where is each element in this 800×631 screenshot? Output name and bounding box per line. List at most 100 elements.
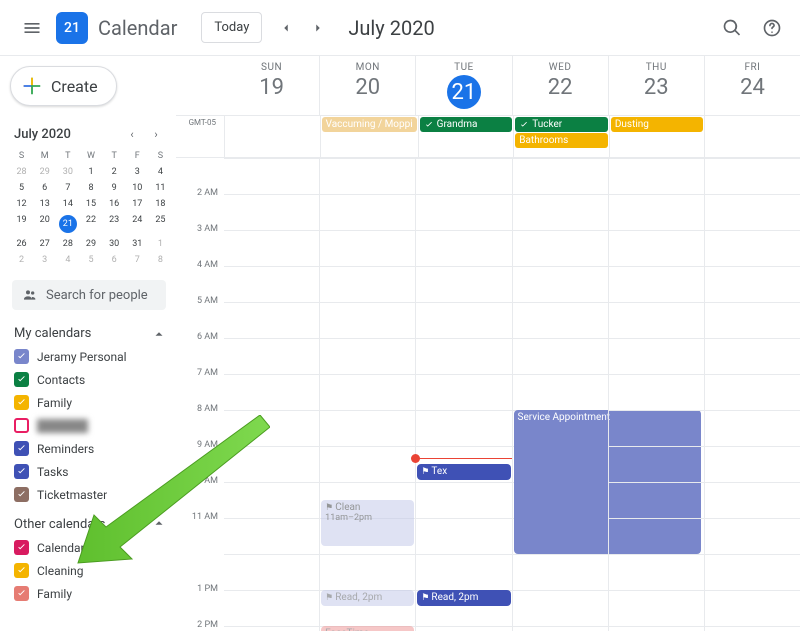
day-column[interactable]	[224, 158, 319, 631]
calendar-toggle[interactable]: Cleaning	[12, 559, 172, 582]
mini-day[interactable]: 29	[33, 164, 56, 180]
plus-icon	[21, 75, 43, 97]
calendar-toggle[interactable]: Tasks	[12, 460, 172, 483]
mini-day[interactable]: 11	[149, 180, 172, 196]
day-header[interactable]: SUN19	[224, 56, 319, 115]
day-column[interactable]: Service Appointment	[512, 158, 608, 631]
day-column[interactable]: ⚑Clean11am–2pm ⚑Read, 2pm FaceTime	[319, 158, 415, 631]
allday-event[interactable]: Vaccuming / Moppi	[322, 117, 417, 132]
day-column[interactable]: ⚑Tex ⚑Read, 2pm	[415, 158, 511, 631]
mini-day[interactable]: 1	[149, 236, 172, 252]
calendar-toggle[interactable]: Reminders	[12, 437, 172, 460]
mini-day[interactable]: 14	[56, 196, 79, 212]
mini-day[interactable]: 5	[79, 252, 102, 268]
mini-day[interactable]: 8	[149, 252, 172, 268]
calendar-event[interactable]: ⚑Read, 2pm	[321, 590, 414, 606]
mini-day[interactable]: 29	[79, 236, 102, 252]
mini-day[interactable]: 2	[10, 252, 33, 268]
day-header[interactable]: WED22	[512, 56, 608, 115]
mini-day[interactable]: 23	[103, 212, 126, 236]
mini-day[interactable]: 30	[56, 164, 79, 180]
allday-cell[interactable]	[224, 116, 320, 157]
create-button[interactable]: Create	[10, 66, 117, 106]
time-grid-scroll[interactable]: 2 AM3 AM4 AM5 AM6 AM7 AM8 AM9 AM10 AM11 …	[176, 158, 800, 631]
mini-cal-next-button[interactable]: ›	[146, 124, 166, 144]
day-column[interactable]	[608, 158, 704, 631]
calendar-toggle[interactable]: Jeramy Personal	[12, 345, 172, 368]
mini-day[interactable]: 6	[103, 252, 126, 268]
calendar-toggle[interactable]: Calendar	[12, 536, 172, 559]
mini-day[interactable]: 7	[126, 252, 149, 268]
mini-day[interactable]: 6	[33, 180, 56, 196]
allday-event[interactable]: Tucker	[515, 117, 608, 132]
mini-day[interactable]: 2	[103, 164, 126, 180]
mini-day[interactable]: 15	[79, 196, 102, 212]
mini-day[interactable]: 31	[126, 236, 149, 252]
allday-cell[interactable]	[704, 116, 800, 157]
help-button[interactable]	[752, 8, 792, 48]
day-header[interactable]: TUE21	[415, 56, 511, 115]
mini-day[interactable]: 28	[56, 236, 79, 252]
other-calendars-header[interactable]: Other calendars	[12, 512, 172, 536]
allday-cell[interactable]: TuckerBathrooms	[513, 116, 609, 157]
week-nav	[270, 12, 334, 44]
mini-day[interactable]: 20	[33, 212, 56, 236]
day-header[interactable]: MON20	[319, 56, 415, 115]
mini-day[interactable]: 25	[149, 212, 172, 236]
prev-week-button[interactable]	[270, 12, 302, 44]
hamburger-menu-button[interactable]	[12, 8, 52, 48]
mini-day[interactable]: 27	[33, 236, 56, 252]
hour-label: 1 PM	[176, 584, 224, 620]
calendar-toggle[interactable]: Ticketmaster	[12, 483, 172, 506]
mini-day[interactable]: 19	[10, 212, 33, 236]
allday-event[interactable]: Bathrooms	[515, 133, 608, 148]
mini-day[interactable]: 30	[103, 236, 126, 252]
mini-day[interactable]: 8	[79, 180, 102, 196]
allday-event[interactable]: Grandma	[420, 117, 513, 132]
day-header[interactable]: THU23	[608, 56, 704, 115]
calendar-event[interactable]: FaceTime	[321, 626, 414, 631]
mini-day[interactable]: 13	[33, 196, 56, 212]
mini-day[interactable]: 3	[126, 164, 149, 180]
search-button[interactable]	[712, 8, 752, 48]
calendar-toggle[interactable]: Family	[12, 582, 172, 605]
people-search-input[interactable]: Search for people	[12, 280, 166, 310]
mini-day[interactable]: 16	[103, 196, 126, 212]
mini-cal-prev-button[interactable]: ‹	[122, 124, 142, 144]
mini-day[interactable]: 22	[79, 212, 102, 236]
mini-day[interactable]: 28	[10, 164, 33, 180]
mini-day[interactable]: 12	[10, 196, 33, 212]
day-header[interactable]: FRI24	[704, 56, 800, 115]
allday-cell[interactable]: Vaccuming / Moppi	[320, 116, 418, 157]
allday-cell[interactable]: Dusting	[609, 116, 705, 157]
add-calendar-icon[interactable]	[132, 516, 148, 532]
next-week-button[interactable]	[302, 12, 334, 44]
mini-day[interactable]: 17	[126, 196, 149, 212]
my-calendars-header[interactable]: My calendars	[12, 322, 172, 345]
calendar-label: xxxx xxxx	[37, 419, 88, 433]
mini-day[interactable]: 5	[10, 180, 33, 196]
mini-day[interactable]: 24	[126, 212, 149, 236]
mini-day[interactable]: 7	[56, 180, 79, 196]
allday-cell[interactable]: Grandma	[418, 116, 514, 157]
time-labels-column: 2 AM3 AM4 AM5 AM6 AM7 AM8 AM9 AM10 AM11 …	[176, 158, 224, 631]
allday-event[interactable]: Dusting	[611, 117, 704, 132]
mini-day[interactable]: 10	[126, 180, 149, 196]
mini-day[interactable]: 21	[56, 212, 79, 236]
calendar-event[interactable]: ⚑Clean11am–2pm	[321, 500, 414, 546]
mini-day[interactable]: 26	[10, 236, 33, 252]
calendar-toggle[interactable]: Contacts	[12, 368, 172, 391]
mini-day[interactable]: 3	[33, 252, 56, 268]
mini-day[interactable]: 4	[149, 164, 172, 180]
mini-day[interactable]: 18	[149, 196, 172, 212]
calendar-event[interactable]: ⚑Read, 2pm	[417, 590, 510, 606]
mini-day[interactable]: 1	[79, 164, 102, 180]
checkbox-icon	[14, 487, 29, 502]
calendar-event[interactable]: ⚑Tex	[417, 464, 510, 480]
mini-day[interactable]: 9	[103, 180, 126, 196]
calendar-toggle[interactable]: xxxx xxxx	[12, 414, 172, 437]
calendar-toggle[interactable]: Family	[12, 391, 172, 414]
mini-day[interactable]: 4	[56, 252, 79, 268]
day-column[interactable]	[704, 158, 800, 631]
today-button[interactable]: Today	[201, 12, 262, 43]
